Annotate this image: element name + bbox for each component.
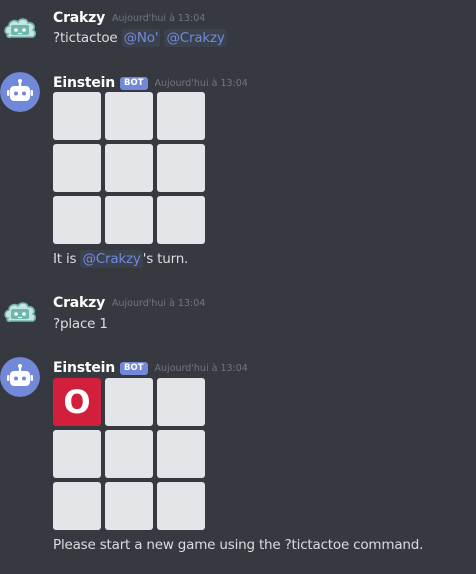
avatar[interactable] [0,72,40,112]
timestamp: Aujourd'hui à 13:04 [154,78,248,89]
message-header: Einstein BOT Aujourd'hui à 13:04 [53,357,248,377]
cloud-face-icon [0,294,40,334]
chat-messages: Crakzy Aujourd'hui à 13:04 ?tictactoe @No… [0,0,476,574]
username[interactable]: Einstein [53,75,115,91]
cell-mark [157,196,205,244]
board-cell-6[interactable] [157,144,205,192]
board-cell-3[interactable] [157,92,205,140]
board-cell-7[interactable] [53,196,101,244]
avatar[interactable] [0,10,40,50]
cell-mark [157,92,205,140]
tictactoe-board: O [53,378,205,530]
timestamp: Aujourd'hui à 13:04 [112,298,206,309]
cell-mark: O [63,383,91,421]
cell-mark [105,482,153,530]
board-cell-3[interactable] [157,378,205,426]
mention[interactable]: @No' [121,29,161,47]
timestamp: Aujourd'hui à 13:04 [154,363,248,374]
board-cell-8[interactable] [105,482,153,530]
username[interactable]: Crakzy [53,295,105,311]
board-cell-5[interactable] [105,430,153,478]
username[interactable]: Einstein [53,360,115,376]
message-header: Einstein BOT Aujourd'hui à 13:04 [53,72,248,92]
cell-mark [157,482,205,530]
cell-mark [105,378,153,426]
board-cell-6[interactable] [157,430,205,478]
board-cell-2[interactable] [105,378,153,426]
cell-mark [53,144,101,192]
board-cell-7[interactable] [53,482,101,530]
board-cell-8[interactable] [105,196,153,244]
board-cell-2[interactable] [105,92,153,140]
cell-mark [157,430,205,478]
mention[interactable]: @Crakzy [80,250,143,268]
cell-mark [53,92,101,140]
message-text: ?place 1 [53,316,108,332]
bot-tag: BOT [120,77,148,90]
cell-mark [157,144,205,192]
turn-text-before: It is [53,251,77,267]
username[interactable]: Crakzy [53,10,105,26]
tictactoe-board [53,92,205,244]
message-text: ?tictactoe @No' @Crakzy [53,28,227,48]
robot-icon [0,72,40,112]
turn-text-after: 's turn. [142,251,189,267]
cell-mark [105,144,153,192]
cell-mark [105,430,153,478]
board-cell-9[interactable] [157,482,205,530]
cell-mark [157,378,205,426]
message-text: It is @Crakzy's turn. [53,249,188,269]
board-cell-9[interactable] [157,196,205,244]
board-cell-1[interactable] [53,92,101,140]
robot-icon [0,357,40,397]
cloud-face-icon [0,10,40,50]
avatar[interactable] [0,294,40,334]
cell-mark [53,482,101,530]
cell-mark [105,196,153,244]
board-cell-4[interactable] [53,430,101,478]
mention[interactable]: @Crakzy [164,29,227,47]
message-header: Crakzy Aujourd'hui à 13:04 [53,7,205,27]
message-text: Please start a new game using the ?ticta… [53,537,424,553]
cell-mark [105,92,153,140]
board-cell-5[interactable] [105,144,153,192]
bot-tag: BOT [120,362,148,375]
board-cell-1[interactable]: O [53,378,101,426]
board-cell-4[interactable] [53,144,101,192]
cell-mark [53,196,101,244]
command-text: ?tictactoe [53,30,118,46]
cell-mark [53,430,101,478]
timestamp: Aujourd'hui à 13:04 [112,13,206,24]
avatar[interactable] [0,357,40,397]
message-header: Crakzy Aujourd'hui à 13:04 [53,292,205,312]
